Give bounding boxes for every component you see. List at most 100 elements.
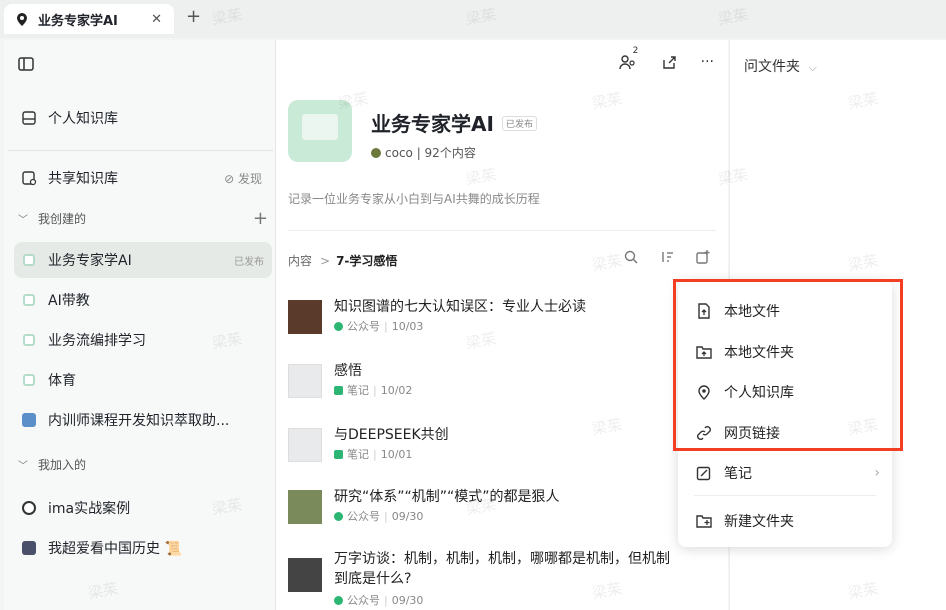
group-label: 我加入的	[38, 457, 87, 472]
separator: |	[373, 447, 377, 461]
menu-item-label: 新建文件夹	[724, 514, 794, 530]
sidebar-item-label: 共享知识库	[48, 171, 118, 187]
kb-avatar-icon	[18, 409, 40, 431]
wechat-icon	[334, 595, 343, 605]
item-meta: 公众号 | 09/30	[334, 592, 423, 608]
tab-active[interactable]: 业务专家学AI ✕	[4, 4, 174, 34]
sidebar-item-personal[interactable]: 个人知识库	[14, 100, 272, 136]
item-meta: 公众号 | 10/03	[334, 318, 423, 334]
search-icon[interactable]	[624, 250, 638, 268]
kb-description: 记录一位业务专家从小白到与AI共舞的成长历程	[288, 192, 540, 206]
group-label: 我创建的	[38, 211, 87, 226]
item-thumbnail	[288, 300, 322, 334]
new-tab-button[interactable]: +	[186, 6, 201, 27]
published-badge: 已发布	[234, 256, 264, 268]
sidebar-item-label: ima实战案例	[48, 501, 131, 517]
share-icon[interactable]	[661, 54, 677, 74]
new-folder-icon	[694, 511, 714, 531]
add-kb-button[interactable]: +	[253, 208, 268, 229]
sidebar-item-label: AI带教	[48, 293, 90, 309]
note-icon	[334, 449, 343, 459]
sidebar-item-shared[interactable]: 共享知识库 ⊘ 发现	[14, 160, 272, 196]
avatar	[371, 147, 381, 158]
sidebar-item-label: 体育	[48, 373, 76, 389]
list-item[interactable]: 感悟 笔记 | 10/02	[288, 360, 718, 406]
discover-link[interactable]: ⊘ 发现	[224, 170, 262, 187]
group-created[interactable]: ﹀ 我创建的 +	[18, 206, 268, 230]
item-thumbnail	[288, 490, 322, 524]
item-source: 公众号	[347, 510, 380, 523]
toolbar: 2 ···	[618, 46, 714, 74]
members-icon[interactable]: 2	[618, 46, 638, 74]
menu-item-new-folder[interactable]: 新建文件夹	[690, 504, 880, 538]
tab-close-icon[interactable]: ✕	[151, 12, 162, 27]
item-title: 知识图谱的七大认知误区：专业人士必读	[334, 299, 586, 315]
sidebar-item-label: 个人知识库	[48, 111, 118, 127]
sidebar-item-kb[interactable]: 业务专家学AI 已发布	[14, 242, 272, 278]
item-date: 10/01	[380, 447, 413, 461]
ask-folder-dropdown[interactable]: 问文件夹 ⌵	[744, 56, 817, 76]
item-meta: 公众号 | 09/30	[334, 508, 423, 524]
sidebar-item-kb[interactable]: 我超爱看中国历史 📜	[14, 530, 272, 566]
wechat-icon	[334, 511, 343, 521]
book-icon	[18, 107, 40, 129]
list-item[interactable]: 知识图谱的七大认知误区：专业人士必读 公众号 | 10/03	[288, 296, 718, 342]
sidebar-toggle-icon[interactable]	[18, 56, 34, 71]
note-edit-icon	[694, 463, 714, 483]
list-item[interactable]: 与DEEPSEEK共创 笔记 | 10/01	[288, 424, 718, 470]
breadcrumb-separator: >	[320, 253, 331, 268]
sidebar-item-kb[interactable]: ima实战案例	[14, 490, 272, 526]
tab-bar: 业务专家学AI ✕ +	[0, 0, 946, 38]
page-title: 业务专家学AI	[371, 112, 494, 136]
chevron-down-icon: ﹀	[18, 214, 28, 226]
item-date: 09/30	[391, 593, 424, 607]
sidebar-item-kb[interactable]: AI带教	[14, 282, 272, 318]
divider	[8, 150, 273, 151]
main-panel: 2 ··· 业务专家学AI 已发布 coco | 92个内容 记录一位业务专家从…	[276, 40, 728, 610]
item-thumbnail	[288, 428, 322, 462]
add-content-icon[interactable]	[696, 250, 710, 268]
list-tools	[624, 250, 710, 268]
item-meta: 笔记 | 10/02	[334, 382, 412, 398]
item-date: 10/03	[391, 319, 424, 333]
sort-icon[interactable]	[660, 250, 674, 268]
separator: |	[384, 509, 388, 523]
breadcrumb-root[interactable]: 内容	[288, 252, 312, 269]
item-title-line2: 到底是什么?	[334, 571, 412, 587]
item-meta: 笔记 | 10/01	[334, 446, 412, 462]
item-title: 万字访谈：机制，机制，机制，哪哪都是机制，但机制	[334, 551, 670, 567]
sidebar-item-label: 业务流编排学习	[48, 333, 146, 349]
item-title: 感悟	[334, 363, 362, 379]
group-joined[interactable]: ﹀ 我加入的	[18, 452, 268, 476]
sidebar-item-kb[interactable]: 体育	[14, 362, 272, 398]
member-count: 2	[632, 46, 639, 56]
kb-avatar-icon	[18, 537, 40, 559]
chevron-down-icon: ﹀	[18, 460, 28, 472]
item-title: 与DEEPSEEK共创	[334, 427, 449, 443]
sidebar-item-label: 我超爱看中国历史 📜	[48, 541, 182, 557]
kb-icon	[18, 249, 40, 271]
more-icon[interactable]: ···	[701, 54, 714, 74]
item-date: 10/02	[380, 383, 413, 397]
item-thumbnail	[288, 364, 322, 398]
wechat-icon	[334, 321, 343, 331]
item-source: 笔记	[347, 448, 369, 461]
breadcrumb: 内容 > 7-学习感悟	[288, 252, 397, 269]
item-source: 公众号	[347, 594, 380, 607]
divider	[288, 230, 716, 231]
separator: |	[373, 383, 377, 397]
menu-item-label: 笔记	[724, 466, 752, 482]
sidebar-item-kb[interactable]: 业务流编排学习	[14, 322, 272, 358]
sidebar-item-kb[interactable]: 内训师课程开发知识萃取助...	[14, 402, 272, 438]
kb-cover	[288, 100, 352, 162]
kb-icon	[18, 289, 40, 311]
list-item[interactable]: 万字访谈：机制，机制，机制，哪哪都是机制，但机制 到底是什么? 公众号 | 09/…	[288, 548, 718, 610]
chevron-down-icon: ⌵	[808, 61, 817, 74]
panda-icon	[18, 497, 40, 519]
item-date: 09/30	[391, 509, 424, 523]
kb-icon	[18, 369, 40, 391]
list-item[interactable]: 研究“体系”“机制”“模式”的都是狠人 公众号 | 09/30	[288, 486, 718, 532]
separator: |	[384, 319, 388, 333]
menu-item-note[interactable]: 笔记 ›	[690, 456, 880, 490]
location-pin-icon	[14, 11, 30, 27]
